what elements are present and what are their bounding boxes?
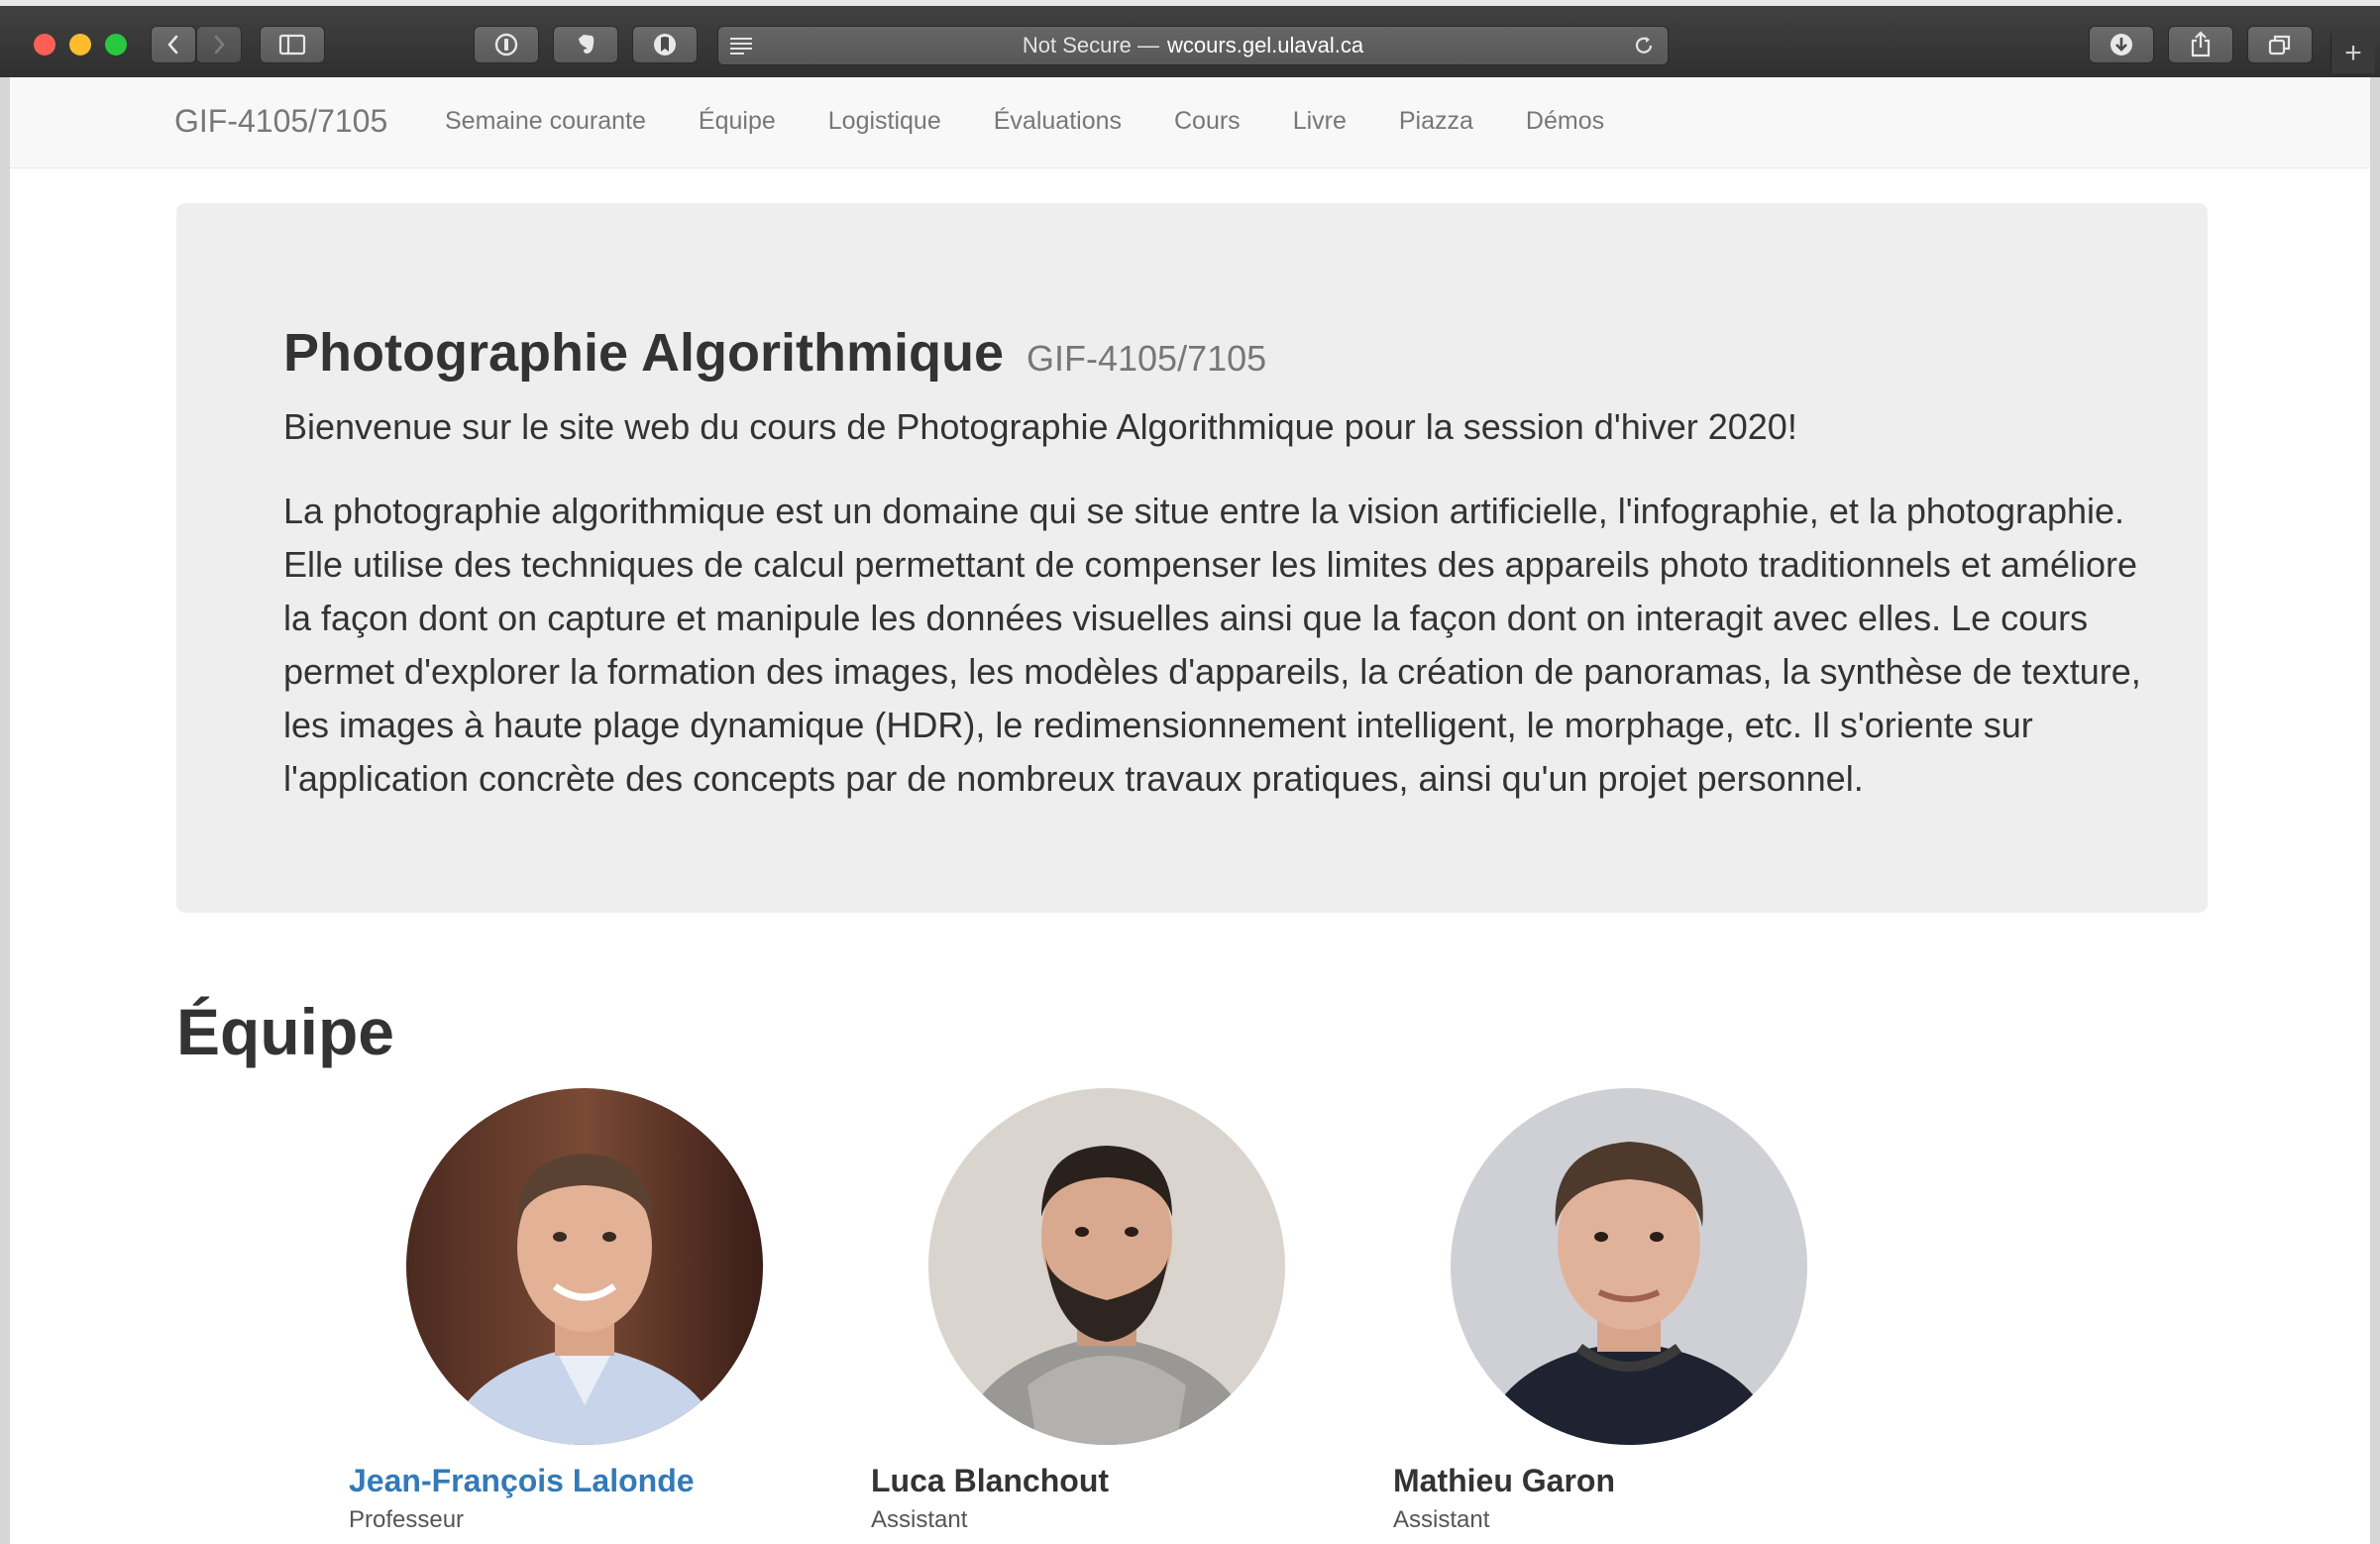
nav-link-demos[interactable]: Démos bbox=[1526, 107, 1604, 136]
evernote-extension-button[interactable] bbox=[553, 26, 618, 63]
browser-toolbar: Not Secure — wcours.gel.ulaval.ca bbox=[0, 0, 2380, 77]
member-role: Assistant bbox=[1393, 1506, 1490, 1533]
share-button[interactable] bbox=[2168, 26, 2233, 63]
address-bar[interactable]: Not Secure — wcours.gel.ulaval.ca bbox=[717, 26, 1669, 65]
password-icon bbox=[494, 33, 518, 56]
reader-icon[interactable] bbox=[728, 35, 754, 56]
shield-icon bbox=[654, 34, 676, 55]
sidebar-button[interactable] bbox=[260, 26, 325, 63]
nav-link-equipe[interactable]: Équipe bbox=[699, 107, 776, 136]
nav-link-livre[interactable]: Livre bbox=[1293, 107, 1347, 136]
avatar bbox=[406, 1088, 763, 1445]
sidebar-icon bbox=[278, 34, 306, 55]
member-role: Professeur bbox=[349, 1506, 465, 1533]
welcome-text: Bienvenue sur le site web du cours de Ph… bbox=[283, 406, 1797, 447]
nav-link-logistique[interactable]: Logistique bbox=[828, 107, 941, 136]
page-title: Photographie Algorithmique GIF-4105/7105 bbox=[283, 322, 1266, 384]
site-navbar: GIF-4105/7105 Semaine courante Équipe Lo… bbox=[10, 77, 2370, 168]
avatar bbox=[928, 1088, 1285, 1445]
member-name: Luca Blanchout bbox=[871, 1463, 1110, 1498]
zoom-window-button[interactable] bbox=[105, 34, 127, 55]
course-description: La photographie algorithmique est un dom… bbox=[283, 491, 2141, 799]
url-domain: wcours.gel.ulaval.ca bbox=[1167, 33, 1364, 57]
tabs-icon bbox=[2268, 35, 2291, 55]
nav-link-semaine-courante[interactable]: Semaine courante bbox=[445, 107, 646, 136]
back-icon bbox=[167, 35, 178, 55]
nav-link-piazza[interactable]: Piazza bbox=[1399, 107, 1473, 136]
avatar bbox=[1451, 1088, 1807, 1445]
intro-jumbotron: Photographie Algorithmique GIF-4105/7105… bbox=[176, 203, 2208, 913]
member-role: Assistant bbox=[871, 1506, 968, 1533]
ghostery-extension-button[interactable] bbox=[632, 26, 698, 63]
password-extension-button[interactable] bbox=[474, 26, 539, 63]
member-name[interactable]: Jean-François Lalonde bbox=[349, 1463, 695, 1499]
downloads-button[interactable] bbox=[2089, 26, 2154, 63]
share-icon bbox=[2191, 31, 2211, 57]
tab-overview-button[interactable] bbox=[2247, 26, 2313, 63]
back-button[interactable] bbox=[151, 26, 196, 63]
forward-button[interactable] bbox=[196, 26, 242, 63]
nav-link-cours[interactable]: Cours bbox=[1174, 107, 1241, 136]
navbar-brand[interactable]: GIF-4105/7105 bbox=[174, 103, 387, 140]
course-code: GIF-4105/7105 bbox=[1027, 338, 1267, 379]
forward-icon bbox=[214, 35, 225, 55]
security-status: Not Secure — bbox=[1022, 33, 1160, 57]
close-window-button[interactable] bbox=[34, 34, 55, 55]
evernote-icon bbox=[579, 35, 595, 54]
reload-icon[interactable] bbox=[1632, 34, 1656, 57]
new-tab-button[interactable]: + bbox=[2330, 34, 2375, 73]
team-heading: Équipe bbox=[176, 995, 395, 1068]
member-name: Mathieu Garon bbox=[1393, 1463, 1616, 1498]
nav-link-evaluations[interactable]: Évaluations bbox=[994, 107, 1122, 136]
nav-links: Semaine courante Équipe Logistique Évalu… bbox=[445, 107, 1657, 136]
course-title: Photographie Algorithmique bbox=[283, 323, 1004, 383]
minimize-window-button[interactable] bbox=[69, 34, 91, 55]
download-icon bbox=[2110, 34, 2132, 55]
